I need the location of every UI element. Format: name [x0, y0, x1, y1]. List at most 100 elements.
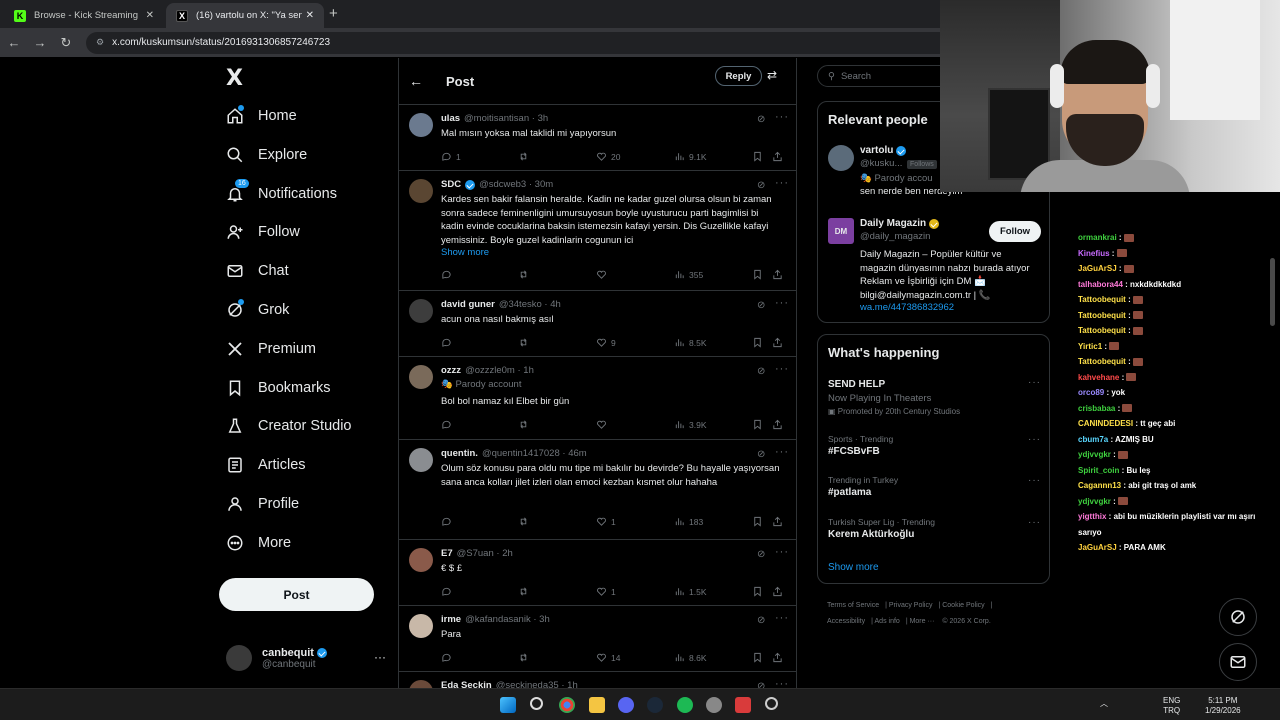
nav-profile[interactable]: Profile: [226, 489, 299, 519]
footer-link[interactable]: Ads info: [875, 618, 900, 625]
trend-item[interactable]: SEND HELP Now Playing In Theaters ▣ Prom…: [828, 377, 1041, 416]
like-button[interactable]: [596, 269, 611, 280]
like-button[interactable]: 1: [596, 516, 616, 527]
chat-username[interactable]: CANINDEDESI: [1078, 419, 1133, 428]
share-button[interactable]: [772, 337, 787, 348]
more-dots-icon[interactable]: ···: [775, 177, 789, 189]
tweet-time[interactable]: 3h: [538, 113, 549, 124]
author-handle[interactable]: @moitisantisan: [464, 113, 529, 124]
share-button[interactable]: [772, 419, 787, 430]
reply-button[interactable]: [441, 516, 456, 527]
nav-notifications[interactable]: 16 Notifications: [226, 179, 337, 209]
clock[interactable]: 5:11 PM 1/29/2026: [1205, 696, 1241, 716]
chat-username[interactable]: Tattoobequit: [1078, 326, 1126, 335]
author-name[interactable]: E7: [441, 548, 453, 559]
author-name[interactable]: irme: [441, 614, 461, 625]
chat-username[interactable]: Tattoobequit: [1078, 295, 1126, 304]
chat-username[interactable]: yigtthix: [1078, 512, 1106, 521]
repost-button[interactable]: [518, 516, 533, 527]
nav-follow[interactable]: Follow: [226, 217, 300, 247]
show-more-link[interactable]: Show more: [828, 562, 879, 573]
more-dots-icon[interactable]: ···: [1028, 517, 1041, 528]
more-dots-icon[interactable]: ···: [1028, 475, 1041, 486]
bookmark-button[interactable]: [752, 652, 767, 663]
footer-link[interactable]: Privacy Policy: [889, 602, 933, 609]
tweet[interactable]: quentin. @quentin1417028 · 46m ⊘ ··· Olum sö…: [399, 440, 796, 540]
avatar[interactable]: [409, 299, 433, 323]
tweet[interactable]: irme @kafandasanik · 3h ⊘ ··· Para 14 8.6K: [399, 606, 796, 672]
bookmark-button[interactable]: [752, 586, 767, 597]
avatar[interactable]: [409, 113, 433, 137]
avatar[interactable]: [409, 365, 433, 389]
avatar[interactable]: [409, 448, 433, 472]
grok-icon[interactable]: ⊘: [757, 549, 765, 560]
site-info-icon[interactable]: ⚙: [96, 37, 104, 48]
chat-username[interactable]: Cagannn13: [1078, 481, 1121, 490]
grok-icon[interactable]: ⊘: [757, 180, 765, 191]
address-bar[interactable]: ⚙ x.com/kuskumsun/status/201693130685724…: [86, 31, 986, 54]
more-dots-icon[interactable]: ···: [775, 297, 789, 309]
share-button[interactable]: [772, 516, 787, 527]
tweet-time[interactable]: 30m: [535, 179, 553, 190]
person-card[interactable]: DM Daily Magazin @daily_magazin Follow D…: [828, 218, 1041, 318]
grok-icon[interactable]: ⊘: [757, 449, 765, 460]
nav-grok[interactable]: Grok: [226, 295, 289, 325]
language-indicator[interactable]: ENG TRQ: [1163, 696, 1180, 716]
author-handle[interactable]: @34tesko: [499, 299, 542, 310]
share-button[interactable]: [772, 269, 787, 280]
tweet[interactable]: ulas @moitisantisan · 3h ⊘ ··· Mal mısın yok…: [399, 105, 796, 171]
show-more-link[interactable]: Show more: [441, 247, 489, 258]
nav-bookmarks[interactable]: Bookmarks: [226, 373, 331, 403]
steam-icon[interactable]: [647, 697, 663, 713]
reply-button[interactable]: [441, 652, 456, 663]
views-button[interactable]: 8.6K: [674, 652, 707, 663]
grok-icon[interactable]: ⊘: [757, 681, 765, 688]
settings-icon[interactable]: [706, 697, 722, 713]
chat-username[interactable]: ormankrai: [1078, 233, 1117, 242]
post-button[interactable]: Post: [219, 578, 374, 611]
grok-icon[interactable]: ⊘: [757, 366, 765, 377]
trend-item[interactable]: Trending in Turkey #patlama ···: [828, 475, 1041, 498]
author-handle[interactable]: @S7uan: [457, 548, 494, 559]
grok-icon[interactable]: ⊘: [757, 615, 765, 626]
chat-username[interactable]: Spirit_coin: [1078, 466, 1119, 475]
chrome-icon[interactable]: [559, 697, 575, 713]
like-button[interactable]: [596, 419, 611, 430]
bookmark-button[interactable]: [752, 269, 767, 280]
start-icon[interactable]: [500, 697, 516, 713]
chat-username[interactable]: ydjvvgkr: [1078, 497, 1111, 506]
views-button[interactable]: 355: [674, 269, 703, 280]
nav-articles[interactable]: Articles: [226, 450, 306, 480]
bookmark-button[interactable]: [752, 151, 767, 162]
author-name[interactable]: SDC: [441, 179, 461, 190]
views-button[interactable]: 9.1K: [674, 151, 707, 162]
views-button[interactable]: 8.5K: [674, 337, 707, 348]
more-dots-icon[interactable]: ···: [775, 612, 789, 624]
repost-button[interactable]: [518, 652, 533, 663]
more-dots-icon[interactable]: ···: [1028, 434, 1041, 445]
more-dots-icon[interactable]: ···: [1028, 377, 1041, 388]
chat-username[interactable]: JaGuArSJ: [1078, 264, 1117, 273]
reply-button[interactable]: Reply: [715, 66, 762, 86]
chat-username[interactable]: Yirtic1: [1078, 342, 1102, 351]
like-button[interactable]: 20: [596, 151, 620, 162]
back-icon[interactable]: ←: [2, 35, 26, 50]
share-button[interactable]: [772, 586, 787, 597]
repost-button[interactable]: [518, 269, 533, 280]
chat-username[interactable]: Kinefius: [1078, 249, 1110, 258]
avatar[interactable]: [409, 179, 433, 203]
bookmark-button[interactable]: [752, 337, 767, 348]
share-button[interactable]: [772, 151, 787, 162]
author-handle[interactable]: @ozzzle0m: [465, 365, 515, 376]
bookmark-button[interactable]: [752, 516, 767, 527]
like-button[interactable]: 1: [596, 586, 616, 597]
author-name[interactable]: ozzz: [441, 365, 461, 376]
filter-icon[interactable]: ⇄: [767, 68, 777, 82]
chat-username[interactable]: Tattoobequit: [1078, 311, 1126, 320]
nav-creator-studio[interactable]: Creator Studio: [226, 411, 352, 441]
scrollbar[interactable]: [1270, 258, 1275, 326]
more-dots-icon[interactable]: ···: [775, 678, 789, 688]
tweet-time[interactable]: 4h: [550, 299, 561, 310]
bookmark-button[interactable]: [752, 419, 767, 430]
like-button[interactable]: 14: [596, 652, 620, 663]
